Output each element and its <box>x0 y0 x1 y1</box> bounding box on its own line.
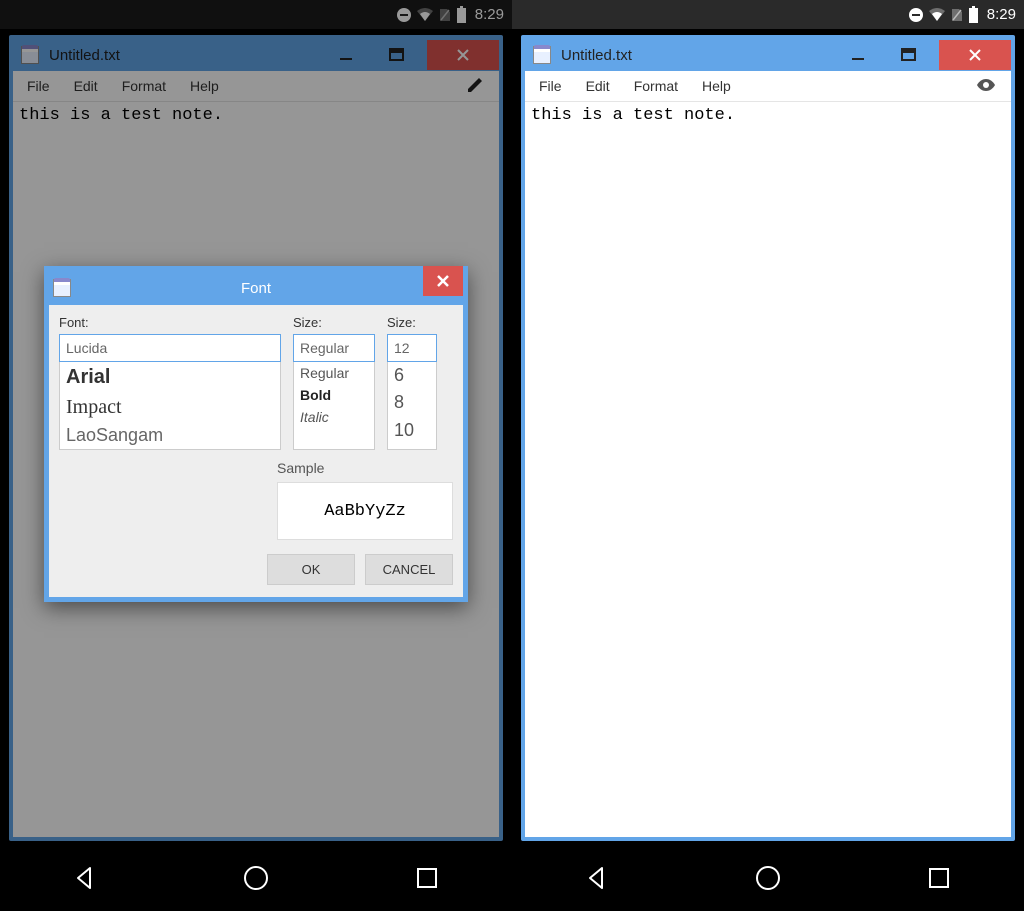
recents-button[interactable] <box>411 862 443 894</box>
size-option-8[interactable]: 8 <box>388 389 436 416</box>
size-label: Size: <box>387 315 437 330</box>
nav-bar <box>0 845 512 911</box>
font-label: Font: <box>59 315 281 330</box>
wifi-icon <box>928 7 946 23</box>
screen-right: 8:29 Untitled.txt File Edit Format Help <box>512 0 1024 911</box>
size-option-6[interactable]: 6 <box>388 362 436 389</box>
style-listbox[interactable]: Regular Bold Italic <box>293 362 375 450</box>
view-icon[interactable] <box>975 74 997 99</box>
notepad-icon <box>533 46 551 64</box>
font-option-lucida[interactable]: Lucida <box>60 449 280 450</box>
status-time: 8:29 <box>987 6 1016 23</box>
back-button[interactable] <box>69 862 101 894</box>
cancel-button[interactable]: CANCEL <box>365 554 453 585</box>
notepad-window: Untitled.txt File Edit Format Help <box>521 35 1015 841</box>
battery-icon <box>968 6 979 23</box>
menu-help[interactable]: Help <box>702 78 731 94</box>
font-option-arial[interactable]: Arial <box>60 362 280 392</box>
size-listbox[interactable]: 6 8 10 <box>387 362 437 450</box>
menubar: File Edit Format Help <box>525 71 1011 102</box>
font-dialog: Font Font: Arial Impact LaoSangam Lucida <box>44 266 468 602</box>
menu-format[interactable]: Format <box>634 78 678 94</box>
font-option-impact[interactable]: Impact <box>60 392 280 422</box>
style-option-italic[interactable]: Italic <box>294 406 374 428</box>
window-close-button[interactable] <box>939 40 1011 70</box>
text-area[interactable]: this is a test note. <box>525 102 1011 837</box>
menu-file[interactable]: File <box>539 78 562 94</box>
nav-bar <box>512 845 1024 911</box>
screen-left: 8:29 Untitled.txt File Edit Format Help <box>0 0 512 911</box>
ok-button[interactable]: OK <box>267 554 355 585</box>
back-button[interactable] <box>581 862 613 894</box>
font-listbox[interactable]: Arial Impact LaoSangam Lucida <box>59 362 281 450</box>
font-input[interactable] <box>59 334 281 362</box>
titlebar[interactable]: Untitled.txt <box>525 39 1011 71</box>
dnd-icon <box>908 7 924 23</box>
maximize-button[interactable] <box>889 42 929 68</box>
minimize-button[interactable] <box>839 42 879 68</box>
home-button[interactable] <box>752 862 784 894</box>
app-body: File Edit Format Help this is a test not… <box>525 71 1011 837</box>
status-bar: 8:29 <box>512 0 1024 29</box>
window-title: Untitled.txt <box>561 47 829 64</box>
dialog-title: Font <box>49 280 463 297</box>
font-option-laosangam[interactable]: LaoSangam <box>60 422 280 449</box>
style-option-regular[interactable]: Regular <box>294 362 374 384</box>
home-button[interactable] <box>240 862 272 894</box>
size-input[interactable] <box>387 334 437 362</box>
dialog-body: Font: Arial Impact LaoSangam Lucida Size… <box>49 305 463 597</box>
recents-button[interactable] <box>923 862 955 894</box>
style-label: Size: <box>293 315 375 330</box>
sim-icon <box>950 7 964 23</box>
sample-box: AaBbYyZz <box>277 482 453 540</box>
sample-label: Sample <box>277 460 453 476</box>
dialog-close-button[interactable] <box>423 266 463 296</box>
style-input[interactable] <box>293 334 375 362</box>
menu-edit[interactable]: Edit <box>586 78 610 94</box>
size-option-10[interactable]: 10 <box>388 417 436 444</box>
dialog-titlebar[interactable]: Font <box>49 271 463 305</box>
style-option-bold[interactable]: Bold <box>294 384 374 406</box>
